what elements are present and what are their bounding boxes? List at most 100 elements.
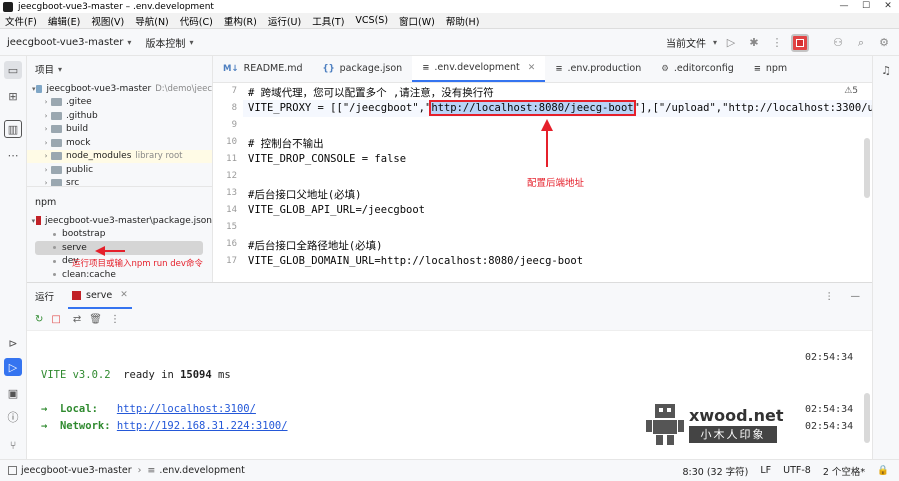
chevron-down-icon: ▾ [127,37,132,47]
git-icon[interactable]: ⑂ [4,436,22,454]
watermark-logo: xwood.net 小木人印象 [645,402,784,448]
tree-item-label: .gitee [66,97,92,108]
script-bullet-icon [53,232,56,236]
minimize-panel-icon[interactable]: — [851,291,861,302]
warnings-indicator[interactable]: ⚠5 [844,86,858,96]
npm-package[interactable]: ▾ jeecgboot-vue3-master\package.json [27,214,212,228]
code-line: VITE_DROP_CONSOLE = false [248,153,407,165]
close-icon[interactable]: ✕ [528,63,536,73]
menu-tools[interactable]: 工具(T) [312,14,344,28]
console-timestamp: 02:54:34 [805,421,854,432]
more-tools-icon[interactable]: ⋯ [4,146,22,164]
filter-icon[interactable]: ⇄ [73,314,81,325]
rerun-icon[interactable]: ↻ [35,314,43,325]
more-icon[interactable]: ⋮ [825,291,835,302]
menu-refactor[interactable]: 重构(R) [224,14,257,28]
menu-view[interactable]: 视图(V) [91,14,124,28]
run-tab-serve[interactable]: serve ✕ [68,283,132,309]
line-separator[interactable]: LF [760,465,771,476]
menu-navigate[interactable]: 导航(N) [135,14,169,28]
tree-item[interactable]: › mock [27,136,212,150]
breadcrumb-project[interactable]: jeecgboot-vue3-master [21,465,132,476]
tree-item[interactable]: › build [27,123,212,137]
tree-root[interactable]: ▾ jeecgboot-vue3-master D:\demo\jeec [27,82,212,96]
tab-readme[interactable]: M↓ README.md [213,56,313,82]
project-selector[interactable]: jeecgboot-vue3-master [7,37,123,48]
run-tab-label: serve [86,289,113,301]
tree-item[interactable]: › .github [27,109,212,123]
folder-icon [36,84,43,93]
tree-item[interactable]: › src [27,177,212,186]
vite-version: VITE v3.0.2 [41,369,111,381]
run-icon[interactable]: ▷ [722,34,740,52]
network-url-link[interactable]: http://192.168.31.224:3100/ [117,420,288,432]
notifications-bell-icon[interactable]: ♫ [877,61,895,79]
npm-script[interactable]: clean:cache [27,268,212,282]
code-line: VITE_GLOB_DOMAIN_URL=http://localhost:80… [248,255,584,267]
project-folder-icon[interactable]: ▭ [4,61,22,79]
services-icon[interactable]: ⊳ [4,334,22,352]
tab-editorconfig[interactable]: ⚙ .editorconfig [651,56,743,82]
maximize-button[interactable]: ☐ [855,0,877,13]
console-network-line: → Network: http://192.168.31.224:3100/ [41,420,288,432]
trash-icon[interactable]: 🗑 [89,314,102,325]
watermark-cn: 小木人印象 [689,426,777,443]
folder-icon [51,125,62,134]
line-number: 14 [226,205,237,215]
structure-icon[interactable]: ⊞ [4,87,22,105]
tab-env-production[interactable]: ≡ .env.production [545,56,651,82]
terminal-icon[interactable]: ▣ [4,384,22,402]
tab-npm[interactable]: ≡ npm [744,56,797,82]
stop-icon[interactable]: □ [51,314,60,325]
menu-help[interactable]: 帮助(H) [446,14,480,28]
settings-gear-icon[interactable]: ⚙ [875,34,893,52]
add-user-icon[interactable]: ⚇ [829,34,847,52]
network-label: → Network: [41,420,117,432]
menu-run[interactable]: 运行(U) [268,14,301,28]
tree-root-path: D:\demo\jeec [155,83,212,94]
chevron-down-icon: ▾ [189,37,194,47]
cursor-position[interactable]: 8:30 (32 字符) [682,464,748,478]
more-icon[interactable]: ⋮ [768,34,786,52]
local-url-link[interactable]: http://localhost:3100/ [117,403,256,415]
tree-item[interactable]: › .gitee [27,96,212,110]
line-number: 17 [226,256,237,266]
breadcrumb-file[interactable]: .env.development [159,465,244,476]
lock-icon[interactable]: 🔒 [877,465,889,476]
npm-tool-icon[interactable]: ▥ [4,120,22,138]
vcs-selector[interactable]: 版本控制 [145,35,185,50]
search-icon[interactable]: ⌕ [852,34,870,52]
problems-icon[interactable]: ⓘ [4,408,22,426]
minimize-button[interactable]: — [833,0,855,13]
editor-scrollbar[interactable] [864,138,870,198]
menu-file[interactable]: 文件(F) [5,14,37,28]
menu-edit[interactable]: 编辑(E) [48,14,80,28]
run-tool-icon[interactable]: ▷ [4,358,22,376]
left-tool-bar: ▭ ⊞ ▥ ⋯ ⊳ ▷ ▣ ⓘ ⑂ [0,56,27,459]
tab-package-json[interactable]: {} package.json [313,56,413,82]
tab-label: package.json [339,63,403,74]
tree-item[interactable]: › node_modules library root [27,149,212,163]
annotation-run-hint: 运行项目或输入npm run dev命令 [72,259,203,269]
code-line-proxy: VITE_PROXY = [["/jeecgboot","http://loca… [248,100,872,116]
console-scrollbar[interactable] [864,393,870,443]
tab-env-development[interactable]: ≡ .env.development ✕ [412,56,546,82]
debug-icon[interactable]: ✱ [745,34,763,52]
right-tool-bar: ♫ [872,56,899,459]
run-config-selector[interactable]: 当前文件 [666,35,706,50]
close-icon[interactable]: ✕ [120,290,128,300]
chevron-right-icon: › [44,111,48,120]
file-encoding[interactable]: UTF-8 [783,465,811,476]
tree-item[interactable]: › public [27,163,212,177]
menu-vcs[interactable]: VCS(S) [355,15,388,26]
npm-script[interactable]: bootstrap [27,228,212,242]
stop-button[interactable] [791,33,809,52]
menu-window[interactable]: 窗口(W) [399,14,435,28]
script-bullet-icon [53,273,56,277]
menu-code[interactable]: 代码(C) [180,14,213,28]
indent-setting[interactable]: 2 个空格* [823,464,865,478]
more-icon[interactable]: ⋮ [110,314,120,325]
tab-label: README.md [243,63,303,74]
chevron-right-icon: › [44,165,48,174]
close-button[interactable]: ✕ [877,0,899,13]
